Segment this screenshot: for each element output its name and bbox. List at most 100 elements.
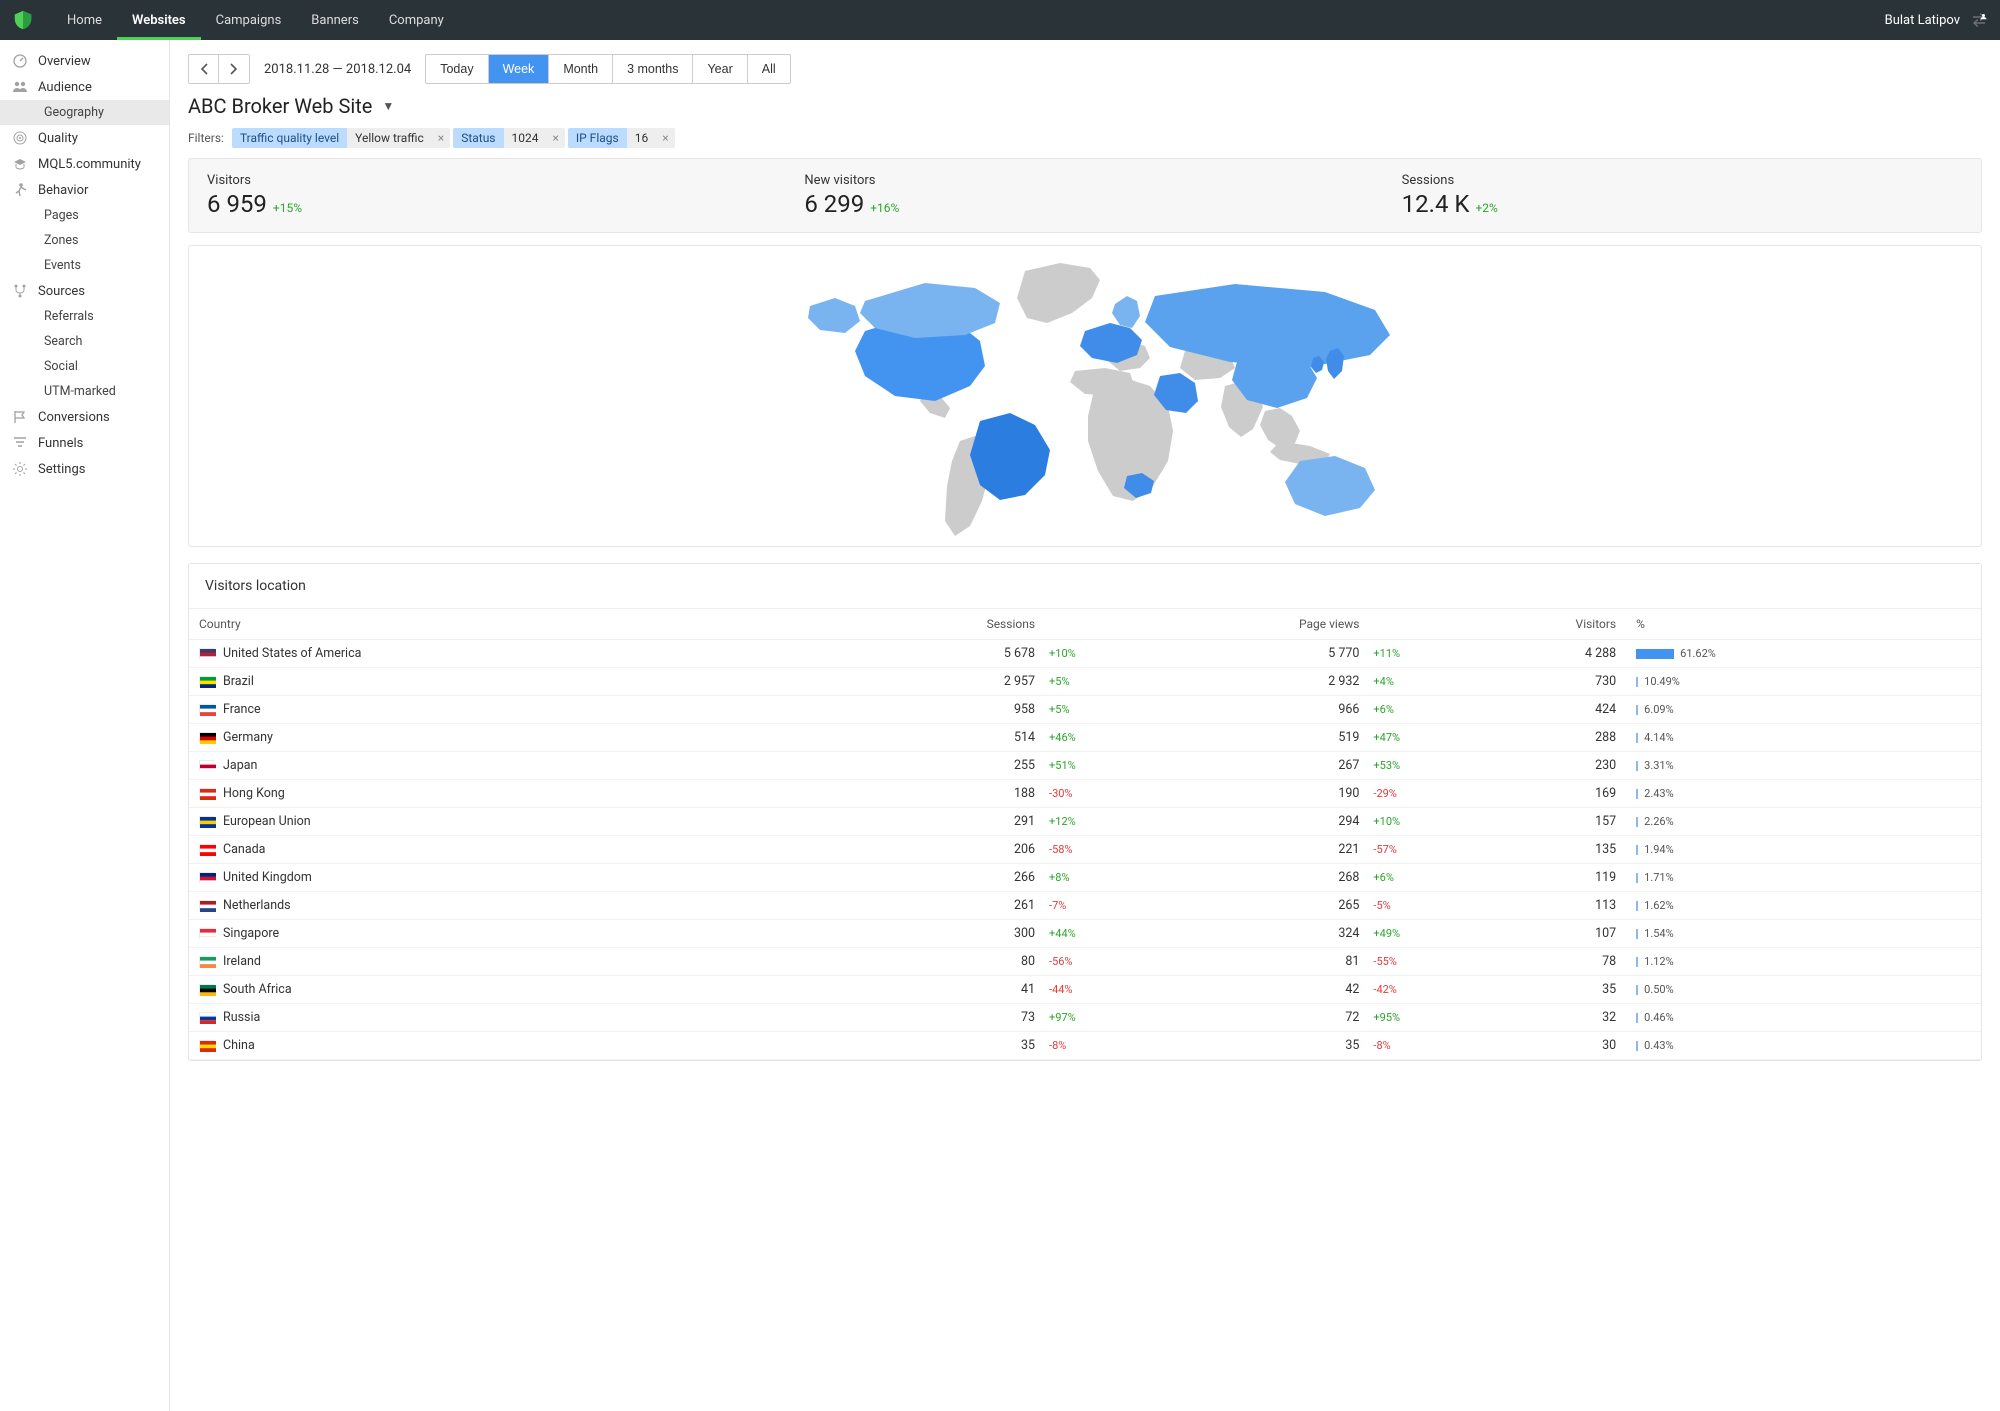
- sidebar-item-label: Overview: [38, 54, 91, 69]
- chip-remove-icon[interactable]: ×: [432, 131, 450, 145]
- flag-icon: [200, 1013, 216, 1024]
- cell-sessions: 261: [811, 892, 1045, 920]
- sidebar-item-behavior[interactable]: Behavior: [0, 177, 169, 203]
- nav-company[interactable]: Company: [374, 0, 459, 40]
- sidebar-item-search[interactable]: Search: [0, 329, 169, 354]
- sidebar-item-geography[interactable]: Geography: [0, 100, 169, 125]
- table-row[interactable]: France958+5%966+6%4246.09%: [189, 696, 1981, 724]
- page-title: ABC Broker Web Site: [188, 94, 372, 118]
- metrics-panel: Visitors6 959+15%New visitors6 299+16%Se…: [188, 158, 1982, 233]
- table-row[interactable]: Hong Kong188-30%190-29%1692.43%: [189, 780, 1981, 808]
- table-row[interactable]: United Kingdom266+8%268+6%1191.71%: [189, 864, 1981, 892]
- sidebar-item-pages[interactable]: Pages: [0, 203, 169, 228]
- user-switch-icon: [1970, 11, 1988, 29]
- table-row[interactable]: Russia73+97%72+95%320.46%: [189, 1004, 1981, 1032]
- cell-sessions: 2 957: [811, 668, 1045, 696]
- prev-button[interactable]: [189, 55, 219, 83]
- table-row[interactable]: China35-8%35-8%300.43%: [189, 1032, 1981, 1060]
- table-row[interactable]: Netherlands261-7%265-5%1131.62%: [189, 892, 1981, 920]
- sidebar-item-mql5-community[interactable]: MQL5.community: [0, 151, 169, 177]
- cell-sessions: 291: [811, 808, 1045, 836]
- range-tab-today[interactable]: Today: [426, 55, 488, 83]
- fork-icon: [12, 283, 28, 299]
- table-row[interactable]: Ireland80-56%81-55%781.12%: [189, 948, 1981, 976]
- filter-chip[interactable]: Status1024×: [453, 128, 565, 148]
- col-header[interactable]: Country: [189, 609, 811, 640]
- cell-percent: 3.31%: [1626, 752, 1981, 780]
- cell-pageviews-delta: +95%: [1369, 1004, 1419, 1032]
- cell-percent: 0.46%: [1626, 1004, 1981, 1032]
- range-tab-week[interactable]: Week: [489, 55, 550, 83]
- sidebar-item-quality[interactable]: Quality: [0, 125, 169, 151]
- sidebar-item-funnels[interactable]: Funnels: [0, 430, 169, 456]
- cell-sessions-delta: -44%: [1045, 976, 1095, 1004]
- cell-sessions: 255: [811, 752, 1045, 780]
- cell-sessions: 41: [811, 976, 1045, 1004]
- range-tab-month[interactable]: Month: [549, 55, 613, 83]
- table-row[interactable]: Singapore300+44%324+49%1071.54%: [189, 920, 1981, 948]
- range-tab-all[interactable]: All: [748, 55, 790, 83]
- range-tabs: TodayWeekMonth3 monthsYearAll: [425, 54, 790, 84]
- flag-icon: [200, 1041, 216, 1052]
- sidebar-item-social[interactable]: Social: [0, 354, 169, 379]
- table-row[interactable]: Brazil2 957+5%2 932+4%73010.49%: [189, 668, 1981, 696]
- table-row[interactable]: South Africa41-44%42-42%350.50%: [189, 976, 1981, 1004]
- cell-visitors: 288: [1419, 724, 1626, 752]
- table-row[interactable]: European Union291+12%294+10%1572.26%: [189, 808, 1981, 836]
- gear-icon: [12, 461, 28, 477]
- sidebar-item-conversions[interactable]: Conversions: [0, 404, 169, 430]
- sidebar-item-sources[interactable]: Sources: [0, 278, 169, 304]
- cell-pageviews: 294: [1095, 808, 1369, 836]
- page-title-row[interactable]: ABC Broker Web Site ▼: [188, 94, 1982, 118]
- nav-websites[interactable]: Websites: [117, 0, 201, 40]
- col-header[interactable]: %: [1626, 609, 1981, 640]
- cell-visitors: 730: [1419, 668, 1626, 696]
- cell-sessions-delta: -30%: [1045, 780, 1095, 808]
- sidebar-item-overview[interactable]: Overview: [0, 48, 169, 74]
- chevron-left-icon: [200, 63, 208, 75]
- locations-table: CountrySessions Page views Visitors% Unite…: [189, 608, 1981, 1060]
- chip-remove-icon[interactable]: ×: [546, 131, 564, 145]
- next-button[interactable]: [219, 55, 249, 83]
- table-row[interactable]: Japan255+51%267+53%2303.31%: [189, 752, 1981, 780]
- col-header[interactable]: Sessions: [811, 609, 1045, 640]
- col-header[interactable]: Page views: [1095, 609, 1369, 640]
- date-range[interactable]: 2018.11.28 — 2018.12.04: [264, 62, 411, 77]
- sidebar-item-referrals[interactable]: Referrals: [0, 304, 169, 329]
- nav-home[interactable]: Home: [52, 0, 117, 40]
- flag-icon: [200, 957, 216, 968]
- cell-visitors: 113: [1419, 892, 1626, 920]
- cell-percent: 6.09%: [1626, 696, 1981, 724]
- table-row[interactable]: United States of America5 678+10%5 770+1…: [189, 640, 1981, 668]
- flag-icon: [200, 789, 216, 800]
- flag-icon: [200, 733, 216, 744]
- range-tab-3-months[interactable]: 3 months: [613, 55, 693, 83]
- sidebar-item-settings[interactable]: Settings: [0, 456, 169, 482]
- sidebar-item-label: Pages: [44, 208, 79, 223]
- col-header[interactable]: Visitors: [1419, 609, 1626, 640]
- chip-remove-icon[interactable]: ×: [656, 131, 674, 145]
- sidebar-item-audience[interactable]: Audience: [0, 74, 169, 100]
- filter-chip[interactable]: IP Flags16×: [568, 128, 675, 148]
- filter-chip[interactable]: Traffic quality levelYellow traffic×: [232, 128, 450, 148]
- cell-sessions-delta: +46%: [1045, 724, 1095, 752]
- metric-new-visitors: New visitors6 299+16%: [786, 159, 1383, 232]
- metric-label: New visitors: [804, 173, 1365, 188]
- world-map: [199, 256, 1971, 536]
- metric-delta: +15%: [273, 201, 302, 215]
- nav-banners[interactable]: Banners: [296, 0, 374, 40]
- user-box[interactable]: Bulat Latipov: [1885, 11, 1988, 29]
- nav-campaigns[interactable]: Campaigns: [201, 0, 297, 40]
- sidebar-item-zones[interactable]: Zones: [0, 228, 169, 253]
- sidebar-item-events[interactable]: Events: [0, 253, 169, 278]
- sidebar-item-label: Search: [44, 334, 82, 349]
- cell-percent: 1.54%: [1626, 920, 1981, 948]
- table-row[interactable]: Canada206-58%221-57%1351.94%: [189, 836, 1981, 864]
- range-tab-year[interactable]: Year: [693, 55, 747, 83]
- table-row[interactable]: Germany514+46%519+47%2884.14%: [189, 724, 1981, 752]
- locations-table-panel: Visitors location CountrySessionsPage vi…: [188, 563, 1982, 1061]
- sidebar-item-utm-marked[interactable]: UTM-marked: [0, 379, 169, 404]
- cell-visitors: 78: [1419, 948, 1626, 976]
- chevron-right-icon: [230, 63, 238, 75]
- filters-row: Filters: Traffic quality levelYellow tra…: [188, 128, 1982, 148]
